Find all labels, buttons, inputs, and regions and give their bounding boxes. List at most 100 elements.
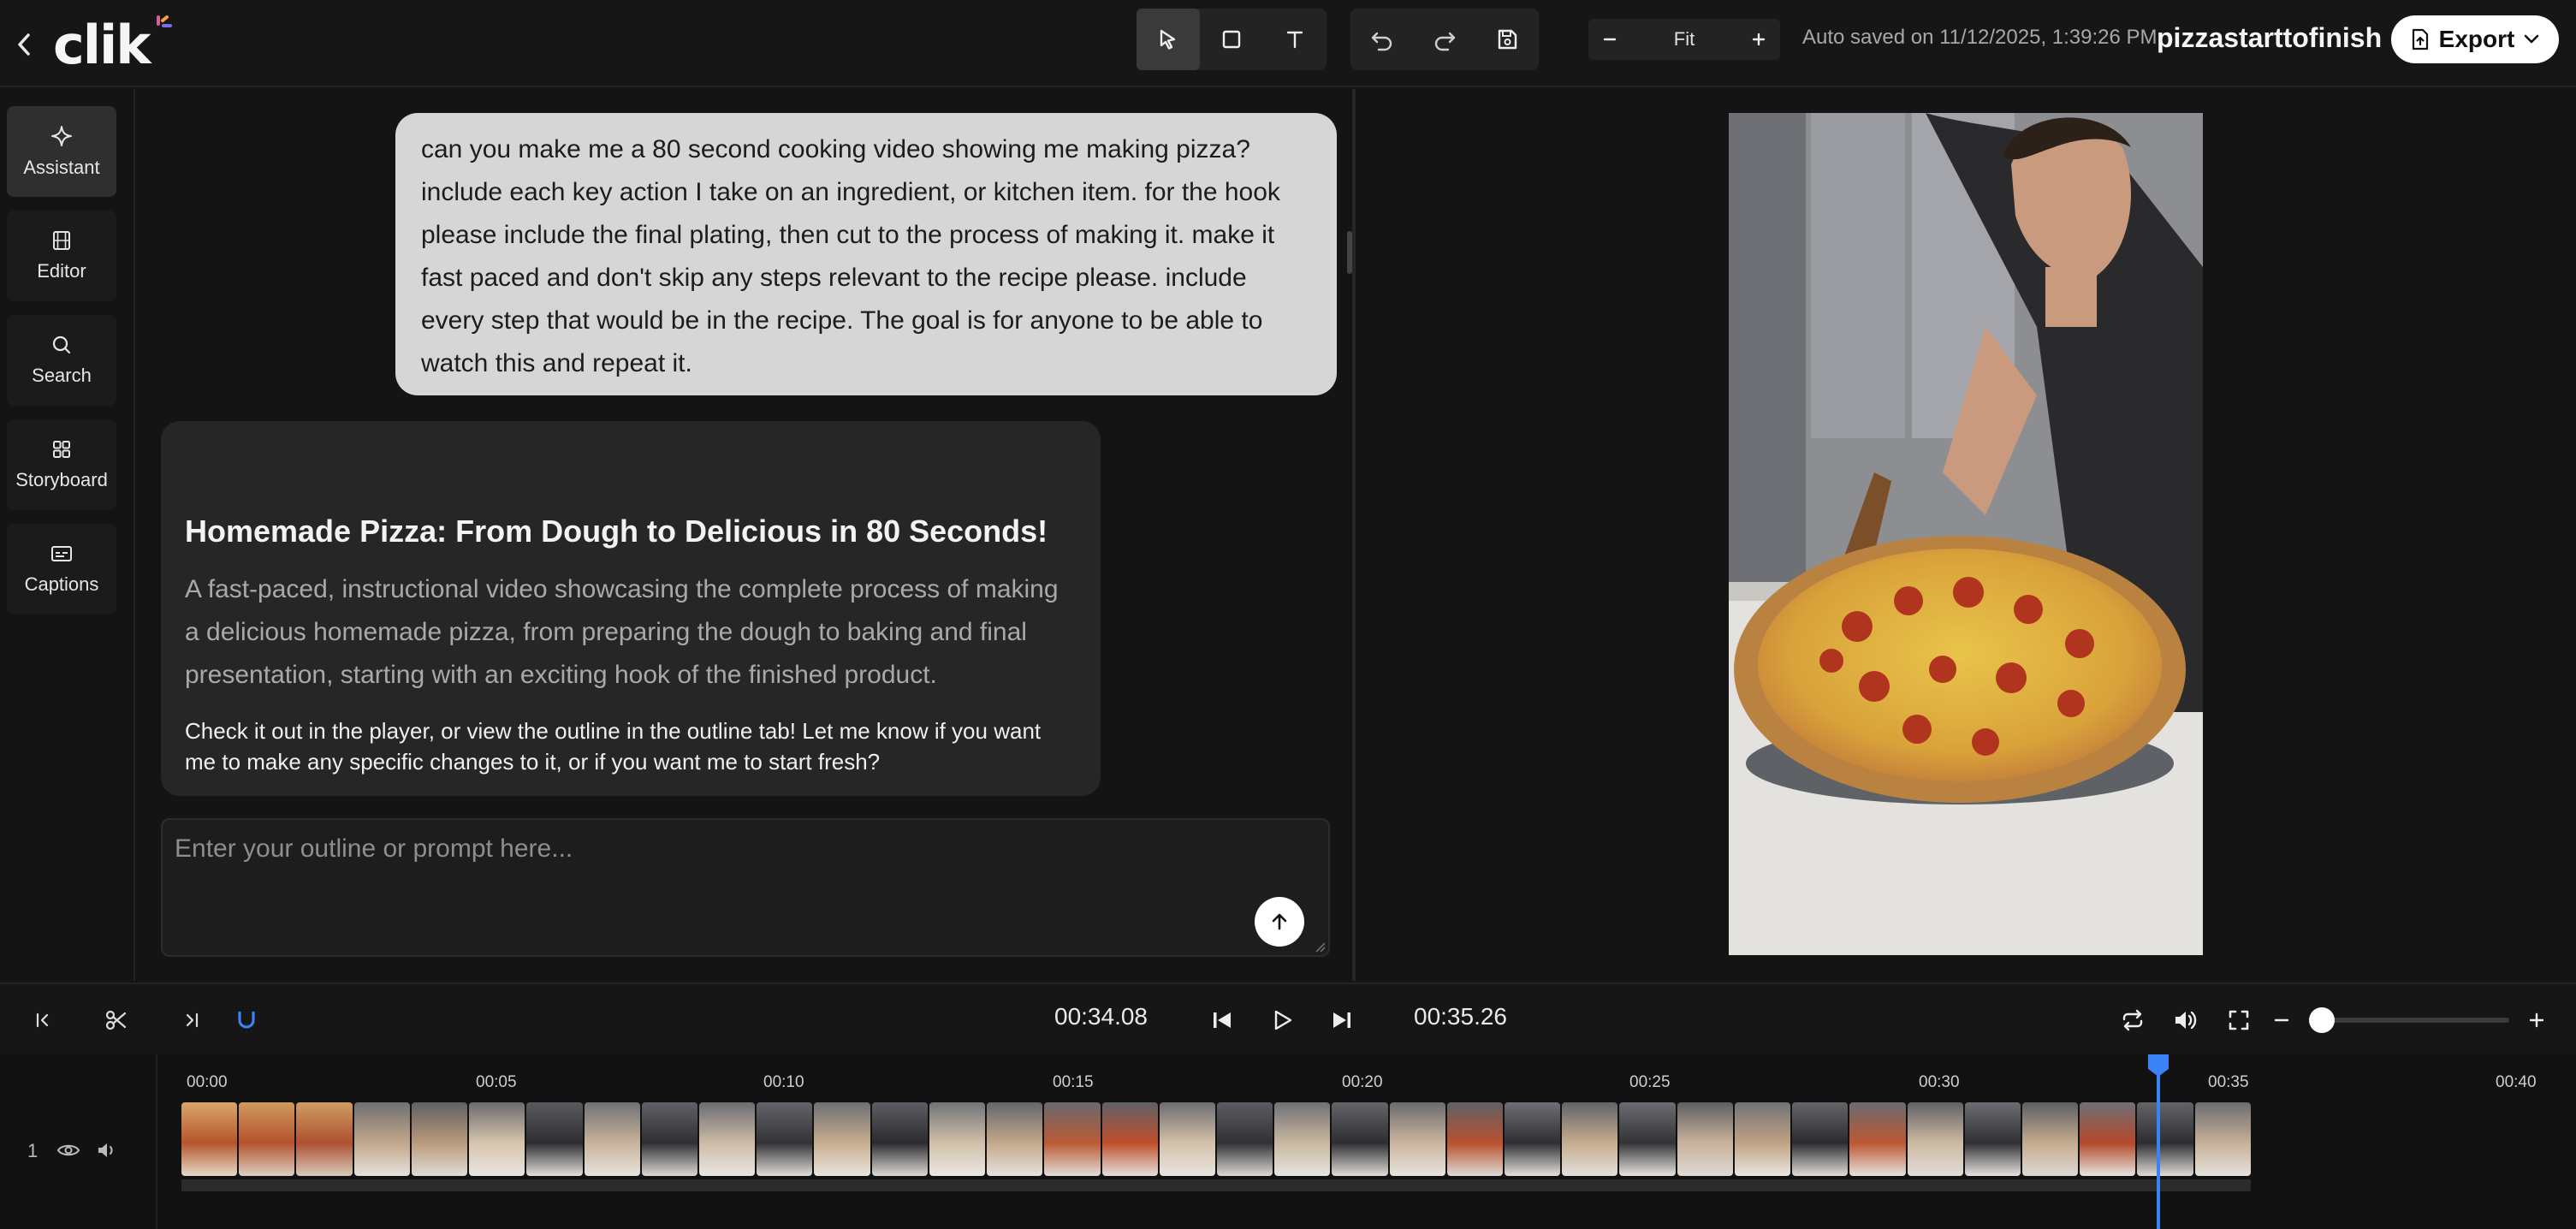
nav-label: Assistant xyxy=(23,157,100,178)
sparkle-icon xyxy=(51,126,72,146)
play-button[interactable] xyxy=(1263,1001,1301,1039)
timeline-clip[interactable] xyxy=(411,1102,468,1176)
playhead-handle[interactable] xyxy=(2148,1054,2169,1077)
back-button[interactable] xyxy=(12,27,36,62)
zoom-out-button[interactable] xyxy=(1600,30,1619,49)
next-frame-button[interactable] xyxy=(1323,1001,1361,1039)
timeline-clip[interactable] xyxy=(929,1102,986,1176)
timeline-clip[interactable] xyxy=(1907,1102,1963,1176)
track-visibility-button[interactable] xyxy=(56,1142,80,1163)
audio-track[interactable] xyxy=(181,1179,2251,1191)
timeline-clip[interactable] xyxy=(871,1102,928,1176)
timeline-clip[interactable] xyxy=(181,1102,238,1176)
fullscreen-button[interactable] xyxy=(2220,1001,2258,1039)
redo-button[interactable] xyxy=(1413,9,1475,70)
export-button[interactable]: Export xyxy=(2391,15,2559,63)
nav-label: Storyboard xyxy=(15,469,108,490)
undo-button[interactable] xyxy=(1350,9,1413,70)
ruler-tick: 00:30 xyxy=(1919,1073,1960,1091)
timeline-clip[interactable] xyxy=(469,1102,525,1176)
timeline-clip[interactable] xyxy=(526,1102,583,1176)
video-clip-track[interactable] xyxy=(181,1102,2251,1176)
text-tool-button[interactable] xyxy=(1263,9,1327,70)
timeline-clip[interactable] xyxy=(757,1102,813,1176)
chevron-down-icon xyxy=(2525,34,2539,44)
pointer-tool-button[interactable] xyxy=(1137,9,1200,70)
timeline-clip[interactable] xyxy=(2194,1102,2251,1176)
split-clip-button[interactable] xyxy=(98,1001,135,1039)
track-mute-button[interactable] xyxy=(96,1140,118,1165)
skip-to-start-button[interactable] xyxy=(24,1001,62,1039)
timeline-clip[interactable] xyxy=(1274,1102,1331,1176)
timeline-clip[interactable] xyxy=(1044,1102,1101,1176)
playhead-line[interactable] xyxy=(2157,1054,2160,1229)
timeline-clip[interactable] xyxy=(1159,1102,1215,1176)
project-name[interactable]: pizzastarttofinish xyxy=(2157,22,2382,54)
nav-item-search[interactable]: Search xyxy=(7,315,116,406)
timeline-clip[interactable] xyxy=(1216,1102,1273,1176)
timeline-clip[interactable] xyxy=(1619,1102,1676,1176)
timeline-zoom-in-button[interactable] xyxy=(2518,1001,2555,1039)
timeline-clip[interactable] xyxy=(1792,1102,1849,1176)
snap-toggle-button[interactable] xyxy=(228,1001,265,1039)
timeline-clip[interactable] xyxy=(1505,1102,1561,1176)
skip-to-end-button[interactable] xyxy=(173,1001,211,1039)
timeline-zoom-slider[interactable] xyxy=(2321,1018,2509,1023)
mute-button[interactable] xyxy=(2167,1001,2205,1039)
redo-icon xyxy=(1434,32,1456,51)
timeline-clip[interactable] xyxy=(1562,1102,1618,1176)
timeline-clip[interactable] xyxy=(1446,1102,1504,1176)
timeline-clip[interactable] xyxy=(1849,1102,1906,1176)
timeline-clip[interactable] xyxy=(1964,1102,2021,1176)
tool-group-select xyxy=(1137,9,1327,70)
timeline-clip[interactable] xyxy=(1101,1102,1158,1176)
timeline-clip[interactable] xyxy=(641,1102,697,1176)
splitter-handle[interactable] xyxy=(1347,231,1352,274)
timeline-zoom-out-button[interactable] xyxy=(2263,1001,2300,1039)
captions-icon xyxy=(51,546,72,561)
slider-handle[interactable] xyxy=(2309,1007,2335,1033)
timeline-clip[interactable] xyxy=(296,1102,353,1176)
save-button[interactable] xyxy=(1476,9,1539,70)
video-preview[interactable] xyxy=(1729,113,2203,955)
arrow-up-icon xyxy=(1272,913,1287,930)
timeline-clip[interactable] xyxy=(584,1102,640,1176)
app-logo[interactable]: clik xyxy=(53,12,177,72)
send-button[interactable] xyxy=(1255,897,1304,947)
assistant-chat-panel: can you make me a 80 second cooking vide… xyxy=(137,89,1352,981)
scissors-icon xyxy=(105,1010,127,1030)
zoom-level[interactable]: Fit xyxy=(1674,28,1695,50)
timeline-clip[interactable] xyxy=(698,1102,756,1176)
timeline-clip[interactable] xyxy=(1677,1102,1733,1176)
timeline-clip[interactable] xyxy=(353,1102,410,1176)
skip-forward-icon xyxy=(1333,1012,1350,1028)
current-time: 00:34.08 xyxy=(1054,1003,1148,1030)
timeline-clip[interactable] xyxy=(1389,1102,1445,1176)
zoom-in-button[interactable] xyxy=(1749,30,1768,49)
timeline-clip[interactable] xyxy=(2022,1102,2079,1176)
skip-start-icon xyxy=(36,1012,49,1028)
export-label: Export xyxy=(2438,26,2515,52)
timeline-clip[interactable] xyxy=(239,1102,295,1176)
previous-frame-button[interactable] xyxy=(1203,1001,1241,1039)
prompt-box xyxy=(161,818,1330,957)
timeline-clip[interactable] xyxy=(1734,1102,1791,1176)
timeline-clip[interactable] xyxy=(814,1102,870,1176)
nav-item-captions[interactable]: Captions xyxy=(7,524,116,614)
ruler-tick: 00:00 xyxy=(187,1073,228,1091)
prompt-input[interactable] xyxy=(175,830,1202,868)
nav-item-editor[interactable]: Editor xyxy=(7,211,116,301)
loop-button[interactable] xyxy=(2114,1001,2152,1039)
autosave-status: Auto saved on 11/12/2025, 1:39:26 PM xyxy=(1802,26,2158,49)
timeline-clip[interactable] xyxy=(987,1102,1043,1176)
resize-grip-icon[interactable] xyxy=(1313,940,1327,953)
timeline-clip[interactable] xyxy=(1332,1102,1388,1176)
ruler-tick: 00:35 xyxy=(2208,1073,2249,1091)
shape-tool-button[interactable] xyxy=(1200,9,1263,70)
nav-item-assistant[interactable]: Assistant xyxy=(7,106,116,197)
nav-item-storyboard[interactable]: Storyboard xyxy=(7,419,116,510)
minus-icon xyxy=(2274,1018,2289,1022)
timeline-clip[interactable] xyxy=(2080,1102,2136,1176)
timeline-clip[interactable] xyxy=(2137,1102,2193,1176)
total-time: 00:35.26 xyxy=(1414,1003,1507,1030)
